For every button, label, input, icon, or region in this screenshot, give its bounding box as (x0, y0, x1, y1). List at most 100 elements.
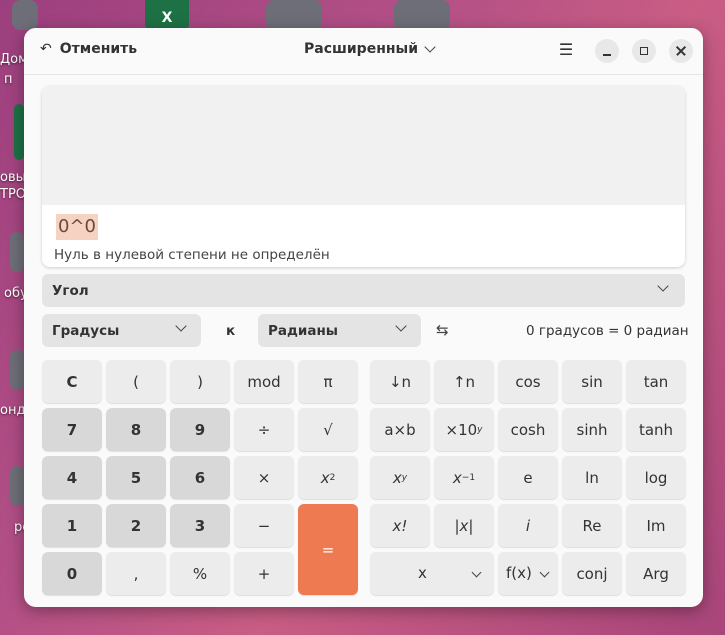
tanh-button[interactable]: tanh (626, 408, 686, 451)
open-paren-button[interactable]: ( (106, 360, 166, 403)
digit-4-button[interactable]: 4 (42, 456, 102, 499)
argument-button[interactable]: Arg (626, 552, 686, 595)
conjugate-button[interactable]: conj (562, 552, 622, 595)
digit-8-button[interactable]: 8 (106, 408, 166, 451)
minimize-button[interactable] (595, 39, 619, 63)
sinh-button[interactable]: sinh (562, 408, 622, 451)
chevron-down-icon (657, 280, 669, 292)
tan-button[interactable]: tan (626, 360, 686, 403)
hamburger-icon[interactable]: ☰ (554, 40, 578, 62)
multiply-button[interactable]: × (234, 456, 294, 499)
desktop-spreadsheet-icon[interactable]: X (145, 0, 189, 30)
desktop-home-icon[interactable] (12, 0, 38, 30)
digit-1-button[interactable]: 1 (42, 504, 102, 547)
desktop-label: п (4, 72, 13, 87)
power-exp: y (401, 472, 408, 483)
real-part-button[interactable]: Re (562, 504, 622, 547)
pi-button[interactable]: π (298, 360, 358, 403)
chevron-down-icon (395, 320, 407, 332)
maximize-button[interactable] (632, 39, 656, 63)
power-base: x (392, 468, 402, 487)
variable-dropdown-button[interactable]: x (370, 552, 494, 595)
square-base: x (320, 468, 330, 487)
from-unit-label: Градусы (52, 323, 120, 339)
add-button[interactable]: + (234, 552, 294, 595)
header-bar: ↶ Отменить Расширенный ☰ (24, 28, 703, 75)
inverse-base: x (452, 468, 462, 487)
conversion-category-dropdown[interactable]: Угол (42, 274, 685, 307)
digit-9-button[interactable]: 9 (170, 408, 230, 451)
error-message: Нуль в нулевой степени не определён (54, 247, 330, 263)
to-unit-label: Радианы (268, 323, 339, 339)
divide-button[interactable]: ÷ (234, 408, 294, 451)
desktop-label: онд (0, 403, 26, 418)
function-label: f(x) (506, 564, 532, 582)
inverse-button[interactable]: x −1 (434, 456, 494, 499)
abs-button[interactable]: |x| (434, 504, 494, 547)
chevron-down-icon (175, 320, 187, 332)
factorial-button[interactable]: x! (370, 504, 430, 547)
exp10-exp: y (477, 424, 483, 435)
mode-selector[interactable]: Расширенный (304, 41, 436, 57)
display-panel: 0^0 Нуль в нулевой степени не определён (42, 86, 685, 267)
to-label: к (226, 323, 236, 339)
chevron-down-icon (471, 567, 482, 578)
swap-units-icon[interactable]: ⇆ (436, 321, 449, 339)
exp10-button[interactable]: ×10 y (434, 408, 494, 451)
mod-button[interactable]: mod (234, 360, 294, 403)
undo-button[interactable]: ↶ Отменить (40, 41, 137, 57)
imaginary-unit-button[interactable]: i (498, 504, 558, 547)
mode-label: Расширенный (304, 41, 419, 57)
calculator-window: ↶ Отменить Расширенный ☰ 0^0 Нуль в нуле… (24, 28, 703, 607)
variable-label: x (418, 564, 427, 582)
desktop-label: овы (0, 170, 26, 185)
imaginary-part-button[interactable]: Im (626, 504, 686, 547)
square-exp: 2 (329, 472, 336, 483)
chevron-down-icon (424, 41, 436, 53)
desktop-folder-icon[interactable] (394, 0, 450, 30)
digit-3-button[interactable]: 3 (170, 504, 230, 547)
cos-button[interactable]: cos (498, 360, 558, 403)
digit-0-button[interactable]: 0 (42, 552, 102, 595)
sin-button[interactable]: sin (562, 360, 622, 403)
equals-button[interactable]: = (298, 504, 358, 595)
subtract-button[interactable]: − (234, 504, 294, 547)
desktop-file-icon[interactable] (10, 350, 24, 390)
decimal-button[interactable]: , (106, 552, 166, 595)
chevron-down-icon (539, 567, 550, 578)
expression-input[interactable]: 0^0 (56, 214, 98, 240)
close-paren-button[interactable]: ) (170, 360, 230, 403)
inverse-exp: −1 (461, 472, 476, 483)
superscript-button[interactable]: ↑n (434, 360, 494, 403)
conversion-category-label: Угол (52, 283, 89, 299)
to-unit-dropdown[interactable]: Радианы (258, 314, 421, 347)
undo-label: Отменить (59, 41, 138, 57)
square-button[interactable]: x2 (298, 456, 358, 499)
digit-5-button[interactable]: 5 (106, 456, 166, 499)
ln-button[interactable]: ln (562, 456, 622, 499)
log-button[interactable]: log (626, 456, 686, 499)
desktop-file-icon[interactable] (10, 232, 24, 272)
exp10-base: ×10 (445, 420, 478, 439)
cosh-button[interactable]: cosh (498, 408, 558, 451)
history-area (42, 86, 685, 205)
euler-button[interactable]: e (498, 456, 558, 499)
desktop-file-icon[interactable] (14, 104, 24, 160)
digit-2-button[interactable]: 2 (106, 504, 166, 547)
desktop-file-icon[interactable] (10, 466, 24, 506)
undo-icon: ↶ (40, 41, 52, 57)
percent-button[interactable]: % (170, 552, 230, 595)
power-button[interactable]: xy (370, 456, 430, 499)
close-button[interactable] (669, 39, 693, 63)
sqrt-button[interactable]: √ (298, 408, 358, 451)
digit-6-button[interactable]: 6 (170, 456, 230, 499)
desktop-folder-icon[interactable] (266, 0, 322, 30)
from-unit-dropdown[interactable]: Градусы (42, 314, 201, 347)
conversion-result: 0 градусов = 0 радиан (526, 323, 689, 339)
subscript-button[interactable]: ↓n (370, 360, 430, 403)
factorize-button[interactable]: a×b (370, 408, 430, 451)
clear-button[interactable]: C (42, 360, 102, 403)
function-dropdown-button[interactable]: f(x) (498, 552, 558, 595)
digit-7-button[interactable]: 7 (42, 408, 102, 451)
desktop-label: ТРО (0, 187, 27, 202)
